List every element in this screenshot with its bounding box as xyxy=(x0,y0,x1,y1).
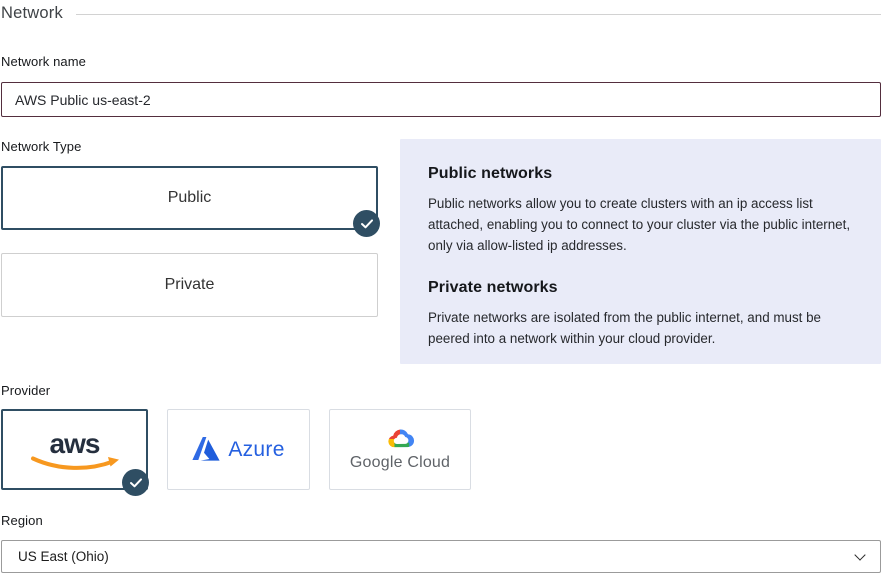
private-networks-heading: Private networks xyxy=(428,279,853,297)
google-cloud-logo-icon xyxy=(385,427,415,451)
google-cloud-logo-text: Google Cloud xyxy=(350,454,450,472)
check-icon xyxy=(122,469,149,496)
network-type-option-public[interactable]: Public xyxy=(1,166,378,230)
provider-option-azure[interactable]: Azure xyxy=(167,409,310,490)
region-selected-value: US East (Ohio) xyxy=(18,549,109,564)
region-select[interactable]: US East (Ohio) xyxy=(1,540,881,573)
section-header: Network xyxy=(1,4,881,23)
provider-option-google-cloud[interactable]: Google Cloud xyxy=(329,409,471,490)
check-icon xyxy=(353,210,380,237)
private-networks-description: Private networks are isolated from the p… xyxy=(428,307,853,349)
network-info-panel: Public networks Public networks allow yo… xyxy=(400,139,881,364)
section-divider xyxy=(76,14,881,15)
azure-logo-text: Azure xyxy=(228,438,284,462)
page-title: Network xyxy=(1,4,63,23)
aws-smile-icon xyxy=(29,456,121,471)
region-label: Region xyxy=(1,513,881,528)
network-type-row: Network Type Public Private Public netwo… xyxy=(1,139,881,364)
provider-options-row: aws Azure xyxy=(1,409,881,490)
public-networks-description: Public networks allow you to create clus… xyxy=(428,193,853,257)
network-name-input[interactable] xyxy=(1,82,881,117)
network-type-label: Network Type xyxy=(1,139,378,154)
provider-label: Provider xyxy=(1,383,881,398)
public-networks-heading: Public networks xyxy=(428,165,853,183)
provider-option-aws[interactable]: aws xyxy=(1,409,148,490)
network-type-public-text: Public xyxy=(168,189,212,207)
network-name-label: Network name xyxy=(1,54,881,69)
network-type-column: Network Type Public Private xyxy=(1,139,378,364)
azure-logo-icon xyxy=(192,437,220,462)
network-type-option-private[interactable]: Private xyxy=(1,253,378,317)
network-form-section: Network Network name Network Type Public… xyxy=(0,0,887,573)
aws-logo: aws xyxy=(50,430,100,458)
network-type-private-text: Private xyxy=(165,276,215,294)
chevron-down-icon xyxy=(854,549,865,560)
